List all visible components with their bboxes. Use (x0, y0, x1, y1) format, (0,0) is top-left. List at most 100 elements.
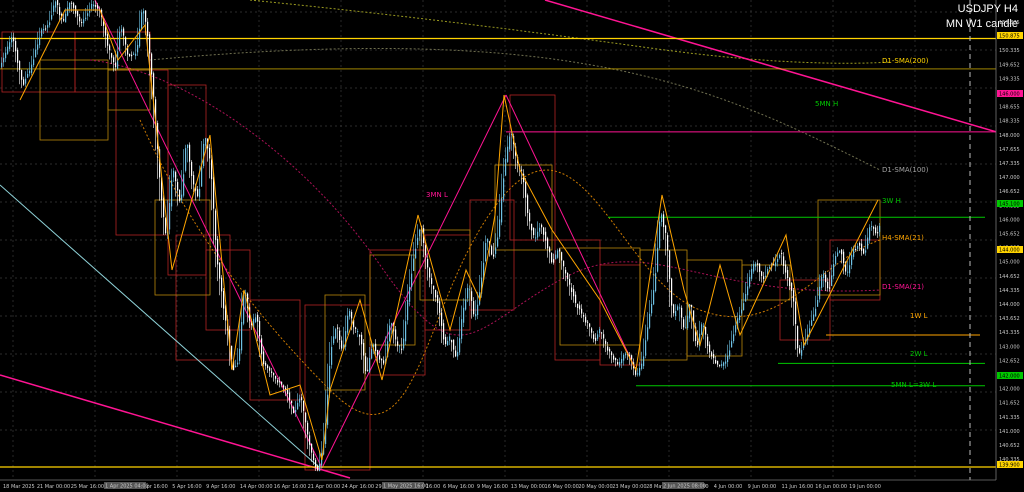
candle-body (395, 329, 397, 340)
candle-body (751, 268, 753, 279)
candle-body (119, 32, 121, 51)
price-level-tag-text: 146.000 (999, 92, 1020, 98)
candle-body (467, 288, 469, 299)
price-tick-label: 148.655 (999, 105, 1020, 111)
price-tick-label: 150.335 (999, 48, 1020, 54)
candle-body (351, 311, 353, 319)
price-tick-label: 143.335 (999, 330, 1020, 336)
candle-body (401, 348, 403, 350)
candle-body (419, 229, 421, 237)
candle-body (565, 269, 567, 274)
candle-body (753, 264, 755, 272)
candle-body (609, 348, 611, 352)
candle-body (357, 331, 359, 333)
candle-body (743, 303, 745, 311)
candle-body (759, 263, 761, 272)
candle-body (135, 53, 137, 56)
candle-body (509, 136, 511, 150)
candle-body (741, 309, 743, 314)
price-tick-label: 143.652 (999, 316, 1020, 322)
candle-body (499, 219, 501, 237)
price-level-tag-text: 144.000 (999, 248, 1020, 254)
candle-body (77, 10, 79, 17)
candle-body (863, 248, 865, 254)
candle-body (611, 352, 613, 356)
candle-body (641, 363, 643, 369)
time-tick-label: 18 Mar 2025 (3, 484, 35, 490)
time-tick-label: 13 May 00:00 (511, 484, 545, 490)
candle-body (529, 212, 531, 222)
price-tick-label: 147.000 (999, 175, 1020, 181)
candle-body (211, 159, 213, 180)
candle-body (713, 353, 715, 359)
candle-body (169, 203, 171, 230)
price-tick-label: 142.000 (999, 387, 1020, 393)
candle-body (801, 350, 803, 356)
candle-body (379, 355, 381, 360)
time-tick-label: 25 Mar 16:00 (71, 484, 104, 490)
candle-body (621, 358, 623, 364)
candle-body (843, 251, 845, 264)
price-tick-label: 147.335 (999, 161, 1020, 167)
candle-body (617, 362, 619, 365)
candle-body (287, 389, 289, 394)
price-tick-label: 144.000 (999, 302, 1020, 308)
candle-body (43, 28, 45, 31)
candle-body (307, 422, 309, 435)
annotation-3mn-l: 3MN L (426, 191, 448, 199)
candle-body (581, 308, 583, 314)
candle-body (369, 357, 371, 373)
price-tick-label: 144.335 (999, 288, 1020, 294)
candle-body (639, 368, 641, 376)
candle-body (551, 253, 553, 263)
candle-body (553, 259, 555, 263)
price-chart[interactable]: D1-SMA(200) 5MN H D1-SMA(100) 3MN L 3W H… (0, 0, 1024, 492)
candle-body (531, 223, 533, 231)
candle-body (289, 392, 291, 401)
candle-body (707, 336, 709, 346)
candle-body (563, 260, 565, 267)
candle-body (735, 325, 737, 333)
candle-body (879, 225, 881, 232)
candle-body (827, 281, 829, 289)
candle-body (619, 361, 621, 366)
candle-body (409, 286, 411, 302)
candle-body (527, 195, 529, 214)
candle-body (725, 361, 727, 364)
candle-body (175, 172, 177, 182)
time-tick-label: 21 Mar 00:00 (37, 484, 70, 490)
candle-body (709, 344, 711, 353)
candle-body (273, 372, 275, 376)
candle-body (649, 313, 651, 328)
candle-body (525, 181, 527, 198)
candle-body (13, 37, 15, 42)
candle-body (93, 4, 95, 7)
time-tick-label: 16 May 00:00 (545, 484, 579, 490)
candle-body (25, 78, 27, 84)
chart-title: USDJPY H4 (958, 3, 1018, 15)
candle-body (543, 227, 545, 235)
candle-body (665, 225, 667, 233)
candle-body (607, 346, 609, 351)
candle-body (539, 227, 541, 232)
candle-body (425, 245, 427, 256)
candle-body (223, 291, 225, 309)
candle-body (29, 70, 31, 74)
price-tick-label: 149.652 (999, 62, 1020, 68)
candle-body (257, 314, 259, 322)
candle-body (535, 237, 537, 239)
candle-body (727, 355, 729, 362)
candle-body (469, 289, 471, 291)
candle-body (453, 339, 455, 350)
candle-body (797, 326, 799, 349)
candle-body (769, 267, 771, 269)
candle-body (463, 307, 465, 323)
candle-body (255, 317, 257, 323)
candle-body (381, 358, 383, 361)
candle-body (493, 254, 495, 257)
candle-body (447, 340, 449, 346)
candle-body (599, 329, 601, 334)
candle-body (779, 254, 781, 258)
candle-body (97, 5, 99, 9)
candle-body (259, 321, 261, 337)
